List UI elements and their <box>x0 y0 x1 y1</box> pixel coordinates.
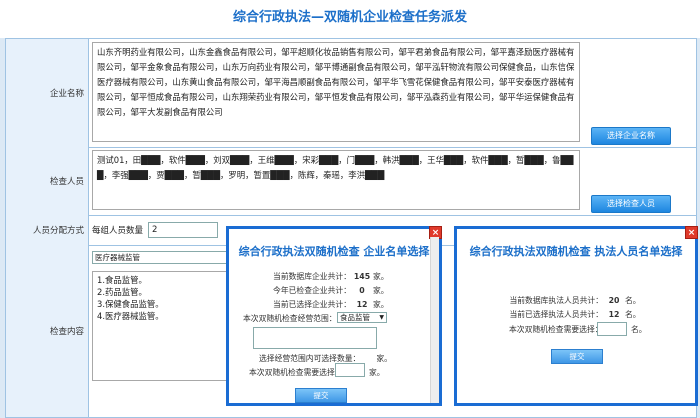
stat-row: 当前数据库执法人员共计： 20 名。 <box>509 296 641 305</box>
need-unit: 名。 <box>631 325 647 334</box>
need-label: 本次双随机检查需要选择： <box>509 325 603 334</box>
content-line: 3.保健食品监管。 <box>97 299 164 309</box>
inspector-row: 检查人员 测试01，田███，软件███，刘双███，王维███，宋彩███，门… <box>6 147 696 216</box>
scope-select-value: 食品监管 <box>340 313 370 322</box>
company-submit-button[interactable]: 提交 <box>295 388 347 403</box>
company-textarea[interactable]: 山东齐明药业有限公司，山东金鑫食品有限公司，邹平超顺化妆品销售有限公司，邹平君弟… <box>92 42 580 142</box>
company-count-input[interactable] <box>335 363 365 377</box>
inspector-select-modal: × 综合行政执法双随机检查 执法人员名单选择 当前数据库执法人员共计： 20 名。 … <box>454 226 698 406</box>
company-select-modal: × 综合行政执法双随机检查 企业名单选择 当前数据库企业共计： 145 家。 今年已… <box>226 226 442 406</box>
content-label: 检查内容 <box>6 245 89 417</box>
stat-row: 当前已选择企业共计： 12 家。 <box>273 300 389 309</box>
category-select[interactable]: 医疗器械监管 <box>92 251 232 264</box>
company-modal-title: 综合行政执法双随机检查 企业名单选择 <box>238 245 430 258</box>
content-line: 1.食品监管。 <box>97 275 147 285</box>
stat-row: 当前已选择执法人员共计： 12 名。 <box>509 310 641 319</box>
content-textarea[interactable]: 1.食品监管。 2.药品监管。 3.保健食品监管。 4.医疗器械监管。 <box>92 271 232 381</box>
need-unit: 家。 <box>369 368 385 377</box>
content-line: 4.医疗器械监管。 <box>97 311 164 321</box>
inspector-label: 检查人员 <box>6 147 89 215</box>
per-group-input[interactable]: 2 <box>148 222 218 238</box>
company-row: 企业名称 山东齐明药业有限公司，山东金鑫食品有限公司，邹平超顺化妆品销售有限公司… <box>6 39 696 148</box>
inspector-count-input[interactable] <box>597 322 627 336</box>
page-title: 综合行政执法—双随机企业检查任务派发 <box>0 0 700 38</box>
scope-label: 本次双随机检查经营范围： <box>243 314 337 323</box>
select-inspector-button[interactable]: 选择检查人员 <box>591 195 671 213</box>
select-company-button[interactable]: 选择企业名称 <box>591 127 671 145</box>
stat-row: 今年已检查企业共计： 0 家。 <box>273 286 389 295</box>
inspector-submit-button[interactable]: 提交 <box>551 349 603 364</box>
stat-row: 当前数据库企业共计： 145 家。 <box>273 272 389 281</box>
selectable-row: 选择经营范围内可选择数量： 家。 <box>259 354 392 363</box>
chevron-down-icon: ▼ <box>379 314 384 321</box>
scope-select[interactable]: 食品监管 ▼ <box>337 312 387 323</box>
allocation-label: 人员分配方式 <box>6 215 89 245</box>
per-group-label: 每组人员数量 <box>92 226 144 236</box>
close-icon[interactable]: × <box>685 226 698 239</box>
need-label: 本次双随机检查需要选择： <box>249 368 343 377</box>
inspector-textarea[interactable]: 测试01，田███，软件███，刘双███，王维███，宋彩███，门███，韩… <box>92 150 580 210</box>
scope-list-box[interactable] <box>253 327 377 349</box>
category-select-value: 医疗器械监管 <box>95 253 140 262</box>
content-line: 2.药品监管。 <box>97 287 147 297</box>
inspector-modal-title: 综合行政执法双随机检查 执法人员名单选择 <box>469 245 683 258</box>
company-label: 企业名称 <box>6 39 89 147</box>
scrollbar[interactable] <box>430 237 439 403</box>
